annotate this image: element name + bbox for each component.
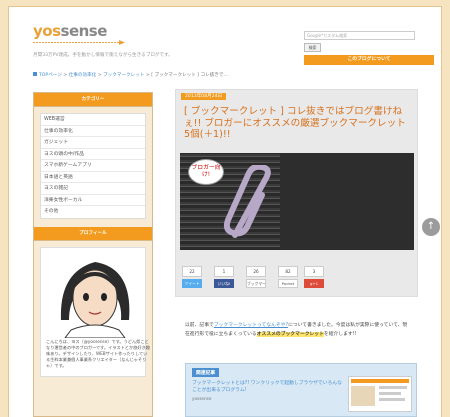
category-item[interactable]: 仕事の効率化 [41, 126, 145, 137]
google-plus-button[interactable]: 3 g+1 [304, 266, 324, 291]
search-button[interactable]: 検索 [304, 43, 321, 52]
category-item[interactable]: ヨスの頭の中/作品 [41, 149, 145, 160]
paperclip-icon [223, 165, 271, 238]
related-thumbnail-image [351, 379, 409, 406]
site-logo[interactable]: yossense [33, 24, 107, 39]
category-list: WEB運営 仕事の効率化 ガジェット ヨスの頭の中/作品 スマホ新ゲームアプリ … [40, 113, 146, 219]
profile-text: こんにちは、ヨス（@yossense）です。うどん県ことなり運営者の中のブロガー… [46, 338, 150, 368]
main-content: 2013年08月24日 [ ブックマークレット ] コレ抜きではブログ書けねぇ!… [175, 89, 418, 297]
arrow-up-icon: ↑ [426, 221, 436, 232]
related-article[interactable]: 関連記事 ブックマークレットとは?! ワンクリックで起動しブラウザでいろんなこと… [185, 363, 417, 417]
post-card: 2013年08月24日 [ ブックマークレット ] コレ抜きではブログ書けねぇ!… [175, 89, 418, 297]
post-thumbnail[interactable]: ブロガー向け! [180, 153, 414, 250]
post-date: 2013年08月24日 [181, 93, 227, 100]
breadcrumb-home[interactable]: TOPページ [39, 73, 62, 78]
home-icon [33, 72, 37, 76]
social-buttons: 22ツイート 1いいね! 26ブックマーク 82Pocket 3g+1 [180, 266, 414, 292]
pocket-button[interactable]: 82 Pocket [278, 266, 298, 291]
profile-heading: プロフィール [34, 226, 152, 241]
breadcrumb-current: [ ブックマークレット ] コレ抜きで… [151, 73, 229, 78]
breadcrumb-category[interactable]: 仕事の効率化 [69, 73, 97, 78]
category-item[interactable]: ヨスの雑記 [41, 183, 145, 195]
intro-paragraph: 以前、記事でブックマークレットってなんぞや?について書きました。今度は私が実際に… [185, 323, 408, 337]
site-tagline: 月間33万PV達成。手を動かし情報で衝えながら生きるブログです。 [33, 53, 173, 58]
related-source: yossense [192, 396, 212, 401]
category-item[interactable]: WEB運営 [41, 114, 145, 126]
about-blog-button[interactable]: このブログについて [304, 55, 434, 65]
search-input[interactable]: Google*カスタム検索 [304, 31, 415, 40]
avatar [60, 261, 130, 338]
category-item[interactable]: 洋楽女性ボーカル [41, 195, 145, 206]
hatena-bookmark-button[interactable]: 26ブックマーク [246, 266, 266, 291]
scroll-to-top-button[interactable]: ↑ [422, 218, 440, 236]
profile-box: こんにちは、ヨス（@yossense）です。うどん県ことなり運営者の中のブロガー… [40, 246, 150, 377]
related-thumbnail[interactable] [348, 376, 412, 412]
logo-arrow-icon [33, 40, 125, 45]
thumbnail-bubble: ブロガー向け! [188, 159, 224, 185]
like-button[interactable]: 1 いいね! [214, 266, 234, 291]
category-item[interactable]: ガジェット [41, 137, 145, 149]
related-heading: 関連記事 [192, 368, 220, 377]
related-link[interactable]: ブックマークレットとは?! ワンクリックで起動しブラウザでいろんなことが出来るプ… [192, 380, 342, 394]
breadcrumb: TOPページ > 仕事の効率化 > ブックマークレット > [ ブックマークレッ… [33, 72, 228, 78]
categories-heading: カテゴリー [34, 93, 152, 107]
category-item[interactable]: 日本語と英語 [41, 172, 145, 183]
category-item[interactable]: その他 [41, 206, 145, 218]
category-item[interactable]: スマホ新ゲームアプリ [41, 160, 145, 172]
post-title[interactable]: [ ブックマークレット ] コレ抜きではブログ書けねぇ!! ブロガーにオススメの… [184, 106, 409, 141]
breadcrumb-subcategory[interactable]: ブックマークレット [103, 73, 144, 78]
tweet-button[interactable]: 22 ツイート [182, 266, 202, 291]
intro-link[interactable]: ブックマークレットってなんぞや? [214, 323, 288, 328]
sidebar: カテゴリー WEB運営 仕事の効率化 ガジェット ヨスの頭の中/作品 スマホ新ゲ… [33, 92, 153, 417]
intro-highlight: オススメのブックマークレット [256, 332, 324, 337]
